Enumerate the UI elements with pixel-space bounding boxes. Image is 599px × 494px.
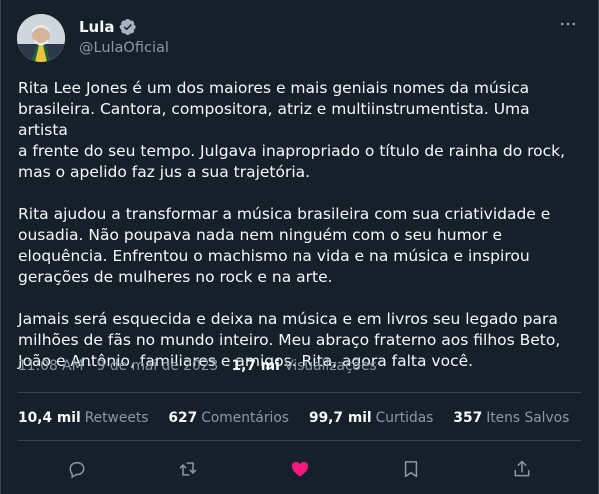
tweet-paragraph-2: Rita ajudou a transformar a música brasi… <box>18 205 551 286</box>
likes-stat[interactable]: 99,7 mil Curtidas <box>309 410 433 426</box>
tweet-meta: 11:08 AM · 9 de mai de 2023 · 1,7 mi Vis… <box>18 358 377 374</box>
saves-stat[interactable]: 357 Itens Salvos <box>453 410 569 426</box>
saves-count: 357 <box>453 410 483 426</box>
author-names: Lula @LulaOficial <box>79 17 169 56</box>
tweet-card: Lula @LulaOficial Rita Lee Jones é um do… <box>0 0 599 494</box>
author-display-name[interactable]: Lula <box>79 18 115 36</box>
saves-label: Itens Salvos <box>486 410 570 426</box>
share-icon[interactable] <box>510 457 534 481</box>
retweet-icon[interactable] <box>176 457 200 481</box>
likes-label: Curtidas <box>375 410 434 426</box>
retweets-label: Retweets <box>84 410 149 426</box>
retweets-stat[interactable]: 10,4 mil Retweets <box>18 410 148 426</box>
comments-stat[interactable]: 627 Comentários <box>168 410 289 426</box>
meta-separator: · <box>218 358 232 374</box>
comments-label: Comentários <box>201 410 289 426</box>
comments-count: 627 <box>168 410 198 426</box>
tweet-date[interactable]: 9 de mai de 2023 <box>97 358 219 374</box>
retweets-count: 10,4 mil <box>18 410 81 426</box>
more-icon[interactable] <box>556 14 580 38</box>
meta-separator: · <box>83 358 97 374</box>
divider <box>18 440 581 441</box>
tweet-actions <box>18 455 581 483</box>
tweet-header: Lula @LulaOficial <box>17 14 582 62</box>
views-count: 1,7 mi <box>231 358 280 374</box>
tweet-time[interactable]: 11:08 AM <box>18 358 84 374</box>
tweet-stats: 10,4 mil Retweets 627 Comentários 99,7 mil… <box>18 410 569 426</box>
avatar[interactable] <box>17 14 65 62</box>
reply-icon[interactable] <box>65 457 89 481</box>
tweet-paragraph-1: Rita Lee Jones é um dos maiores e mais g… <box>18 79 566 181</box>
author-handle[interactable]: @LulaOficial <box>79 40 169 56</box>
tweet-text: Rita Lee Jones é um dos maiores e mais g… <box>18 78 584 372</box>
verified-badge-icon <box>119 18 137 36</box>
divider <box>18 392 581 393</box>
avatar-image <box>17 14 65 62</box>
likes-count: 99,7 mil <box>308 410 372 426</box>
bookmark-icon[interactable] <box>399 457 423 481</box>
views-label: Visualizações <box>279 358 377 374</box>
heart-icon[interactable] <box>288 457 312 481</box>
